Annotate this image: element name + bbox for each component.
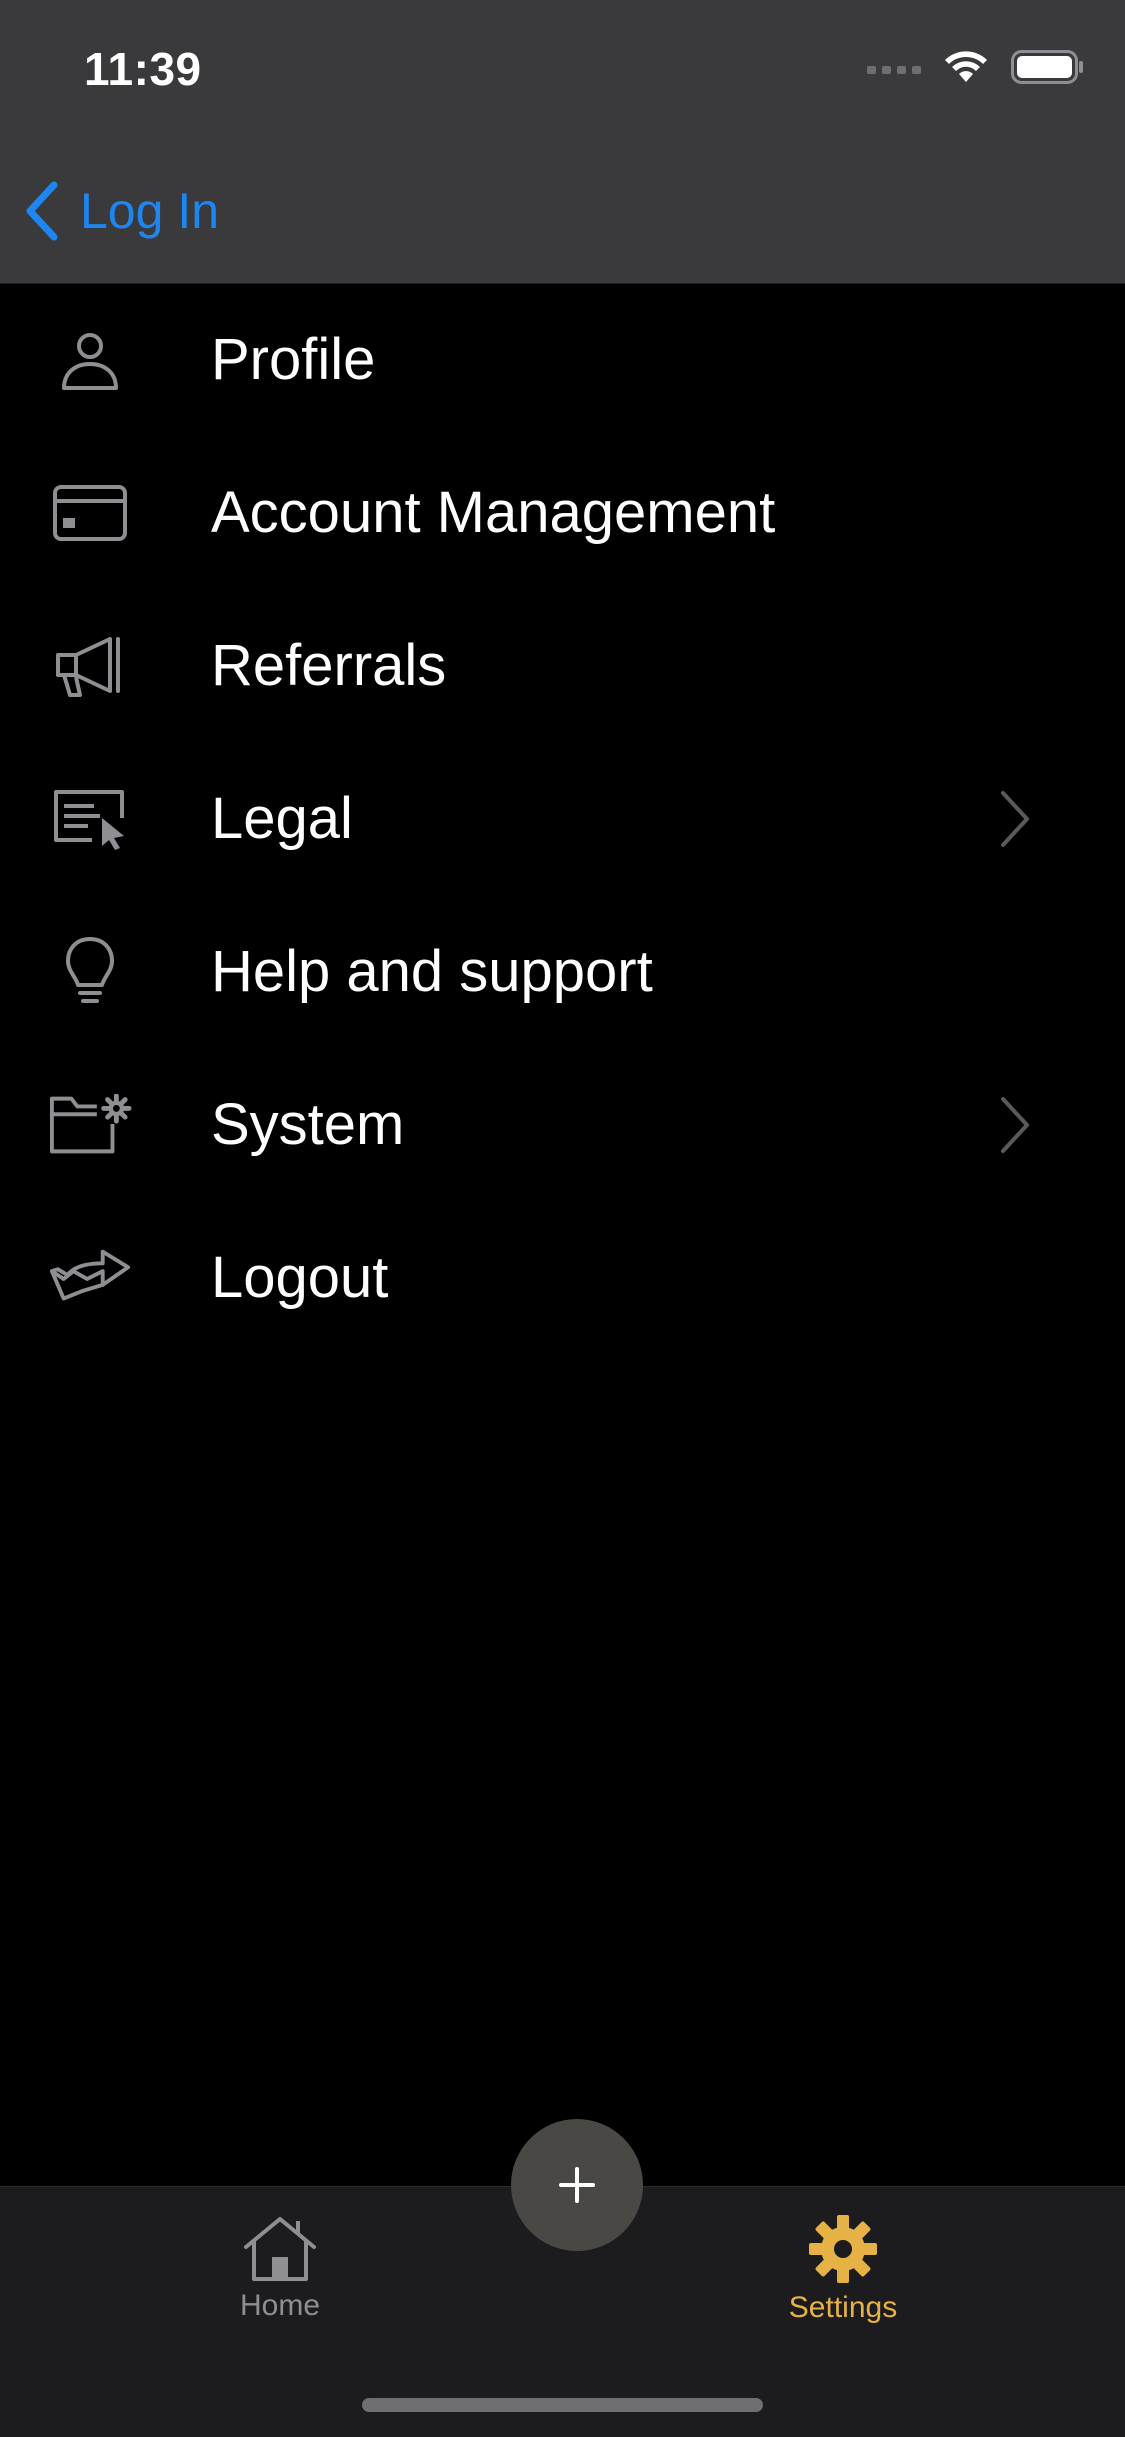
menu-item-account-management[interactable]: Account Management: [0, 436, 1125, 589]
home-indicator: [362, 2398, 763, 2412]
megaphone-icon: [48, 624, 132, 708]
menu-item-help-and-support[interactable]: Help and support: [0, 895, 1125, 1048]
back-label: Log In: [80, 183, 220, 239]
menu-item-label: System: [211, 1092, 405, 1157]
menu-item-system[interactable]: System: [0, 1048, 1125, 1201]
credit-card-icon: [48, 471, 132, 555]
chevron-right-icon: [1001, 790, 1029, 847]
status-bar: 11:39: [0, 0, 1125, 140]
menu-item-label: Account Management: [211, 480, 776, 545]
lightbulb-icon: [48, 930, 132, 1014]
menu-item-referrals[interactable]: Referrals: [0, 589, 1125, 742]
menu-item-label: Profile: [211, 327, 376, 392]
folder-gear-icon: [48, 1083, 132, 1167]
menu-item-label: Help and support: [211, 939, 653, 1004]
add-button[interactable]: [511, 2119, 643, 2251]
back-button[interactable]: Log In: [22, 176, 219, 246]
tab-home[interactable]: Home: [160, 2213, 400, 2353]
menu-item-profile[interactable]: Profile: [0, 283, 1125, 436]
wifi-icon: [945, 51, 987, 82]
settings-menu: Profile Account Management Referrals Leg…: [0, 283, 1125, 1354]
status-time: 11:39: [84, 43, 202, 95]
menu-item-label: Legal: [211, 786, 353, 851]
battery-icon: [1011, 50, 1083, 84]
chevron-left-icon: [26, 181, 58, 241]
menu-item-legal[interactable]: Legal: [0, 742, 1125, 895]
plus-icon: [559, 2167, 595, 2203]
tab-settings-label: Settings: [788, 2291, 898, 2324]
share-arrow-icon: [48, 1236, 132, 1320]
tab-home-label: Home: [239, 2289, 321, 2322]
gear-icon: [809, 2215, 877, 2283]
document-cursor-icon: [48, 777, 132, 861]
house-icon: [244, 2217, 316, 2281]
menu-item-logout[interactable]: Logout: [0, 1201, 1125, 1354]
menu-item-label: Logout: [211, 1245, 389, 1310]
status-icons: [867, 50, 1085, 84]
tab-settings[interactable]: Settings: [723, 2213, 963, 2353]
menu-item-label: Referrals: [211, 633, 447, 698]
person-icon: [48, 318, 132, 402]
navigation-bar: Log In: [0, 140, 1125, 284]
chevron-right-icon: [1001, 1096, 1029, 1153]
cellular-signal-icon: [867, 66, 921, 74]
